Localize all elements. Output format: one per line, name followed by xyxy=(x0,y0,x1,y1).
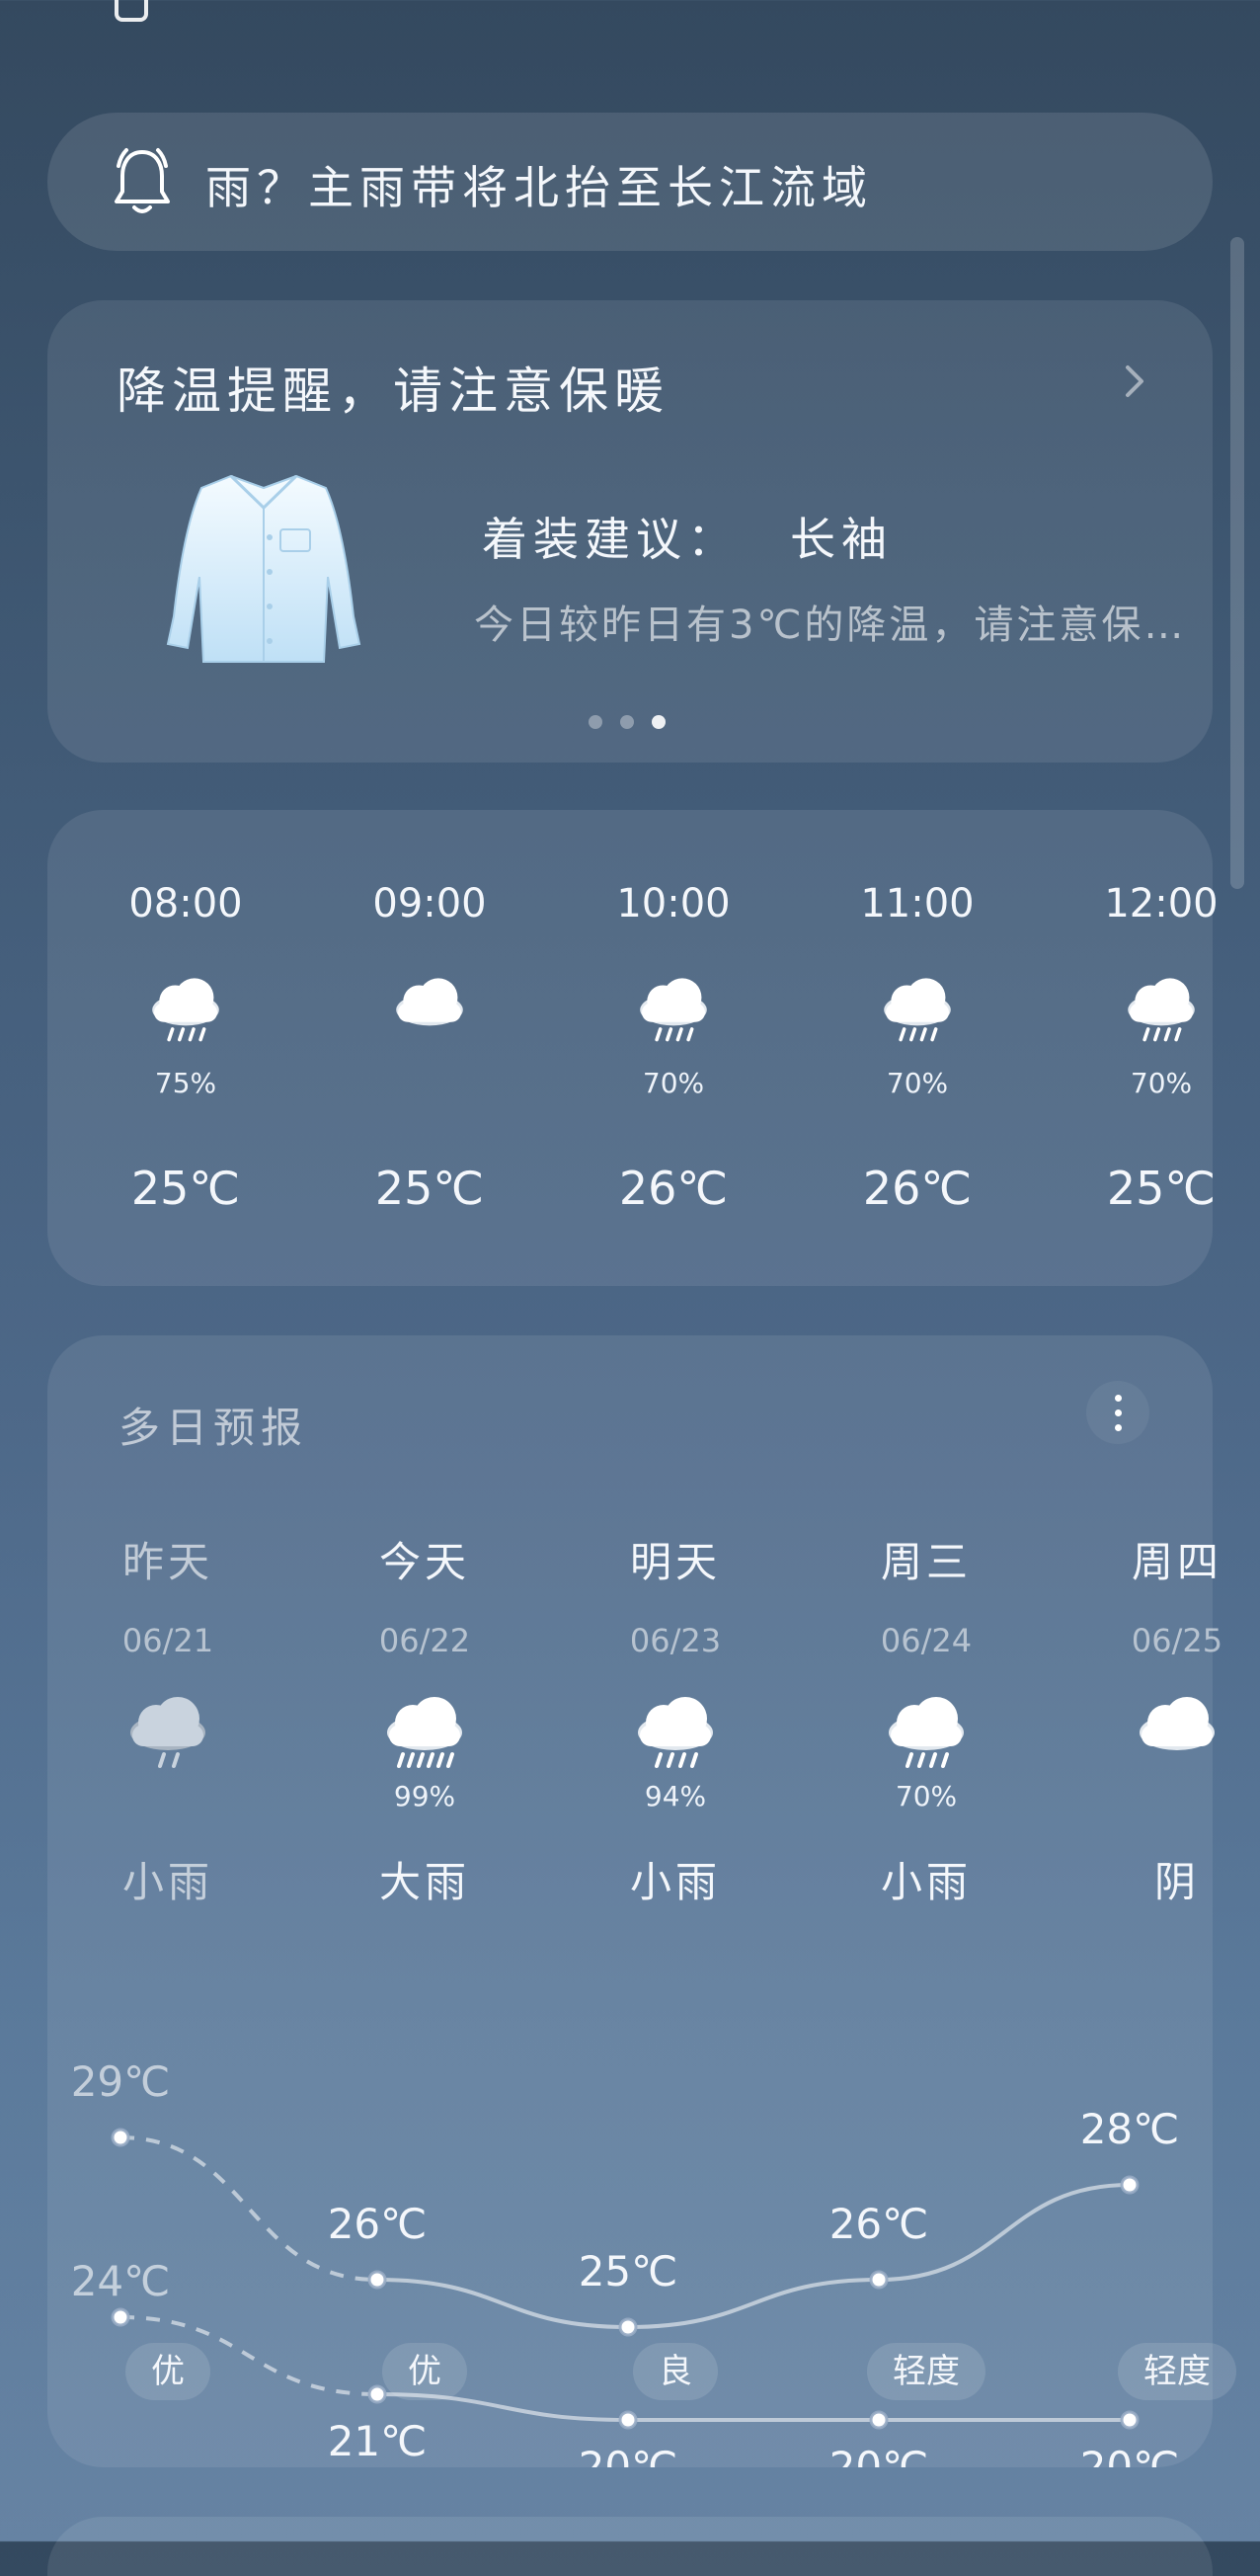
cloud-icon xyxy=(385,973,474,1052)
hour-temp: 25℃ xyxy=(1106,1162,1217,1215)
low-temp-label: 21℃ xyxy=(328,2417,428,2465)
cloud-icon xyxy=(1130,1691,1224,1780)
day-precip: 94% xyxy=(644,1780,707,1812)
low-temp-label: 20℃ xyxy=(1080,2443,1180,2467)
top-icon-fragment xyxy=(115,0,148,22)
day-date: 06/21 xyxy=(121,1622,214,1659)
hourly-item: 10:00 70% 26℃ xyxy=(575,810,772,1286)
top-bar-fragment xyxy=(0,0,1260,22)
low-temp-point xyxy=(367,2384,387,2404)
rain-cloud-icon xyxy=(141,973,230,1052)
low-temp-point xyxy=(111,2307,130,2327)
high-temp-point xyxy=(618,2317,638,2337)
high-temp-label: 26℃ xyxy=(829,2200,929,2248)
bell-icon xyxy=(115,148,170,213)
rain-cloud-icon xyxy=(1117,973,1206,1052)
hour-temp: 25℃ xyxy=(374,1162,485,1215)
day-precip: 99% xyxy=(393,1780,456,1812)
hourly-item: 11:00 70% 26℃ xyxy=(819,810,1016,1286)
high-temp-label: 25℃ xyxy=(579,2247,678,2295)
low-temp-point xyxy=(1120,2410,1140,2430)
low-temp-label: 24℃ xyxy=(71,2257,171,2305)
hour-precip: 70% xyxy=(1130,1067,1193,1099)
rain-cloud-icon xyxy=(629,973,718,1052)
day-name: 明天 xyxy=(629,1538,721,1586)
hour-precip: 75% xyxy=(154,1067,217,1099)
rain-cloud-icon xyxy=(628,1691,723,1780)
scrollbar[interactable] xyxy=(1230,237,1244,889)
hour-temp: 25℃ xyxy=(130,1162,241,1215)
alert-text: 雨？主雨带将北抬至长江流域 xyxy=(205,161,873,214)
air-quality-badge: 轻度 xyxy=(1118,2343,1236,2400)
low-temp-label: 20℃ xyxy=(579,2443,678,2467)
hour-time: 12:00 xyxy=(1104,881,1219,926)
hour-precip: 70% xyxy=(886,1067,949,1099)
reminder-title: 降温提醒，请注意保暖 xyxy=(117,362,669,420)
page-dot xyxy=(589,715,602,729)
hour-time: 11:00 xyxy=(860,881,975,926)
day-precip: 70% xyxy=(895,1780,958,1812)
next-card-edge xyxy=(47,2517,1213,2576)
day-condition: 大雨 xyxy=(378,1858,470,1906)
hour-time: 08:00 xyxy=(128,881,243,926)
heavy-rain-cloud-icon xyxy=(377,1691,472,1780)
day-condition: 小雨 xyxy=(629,1858,721,1906)
high-temp-point xyxy=(111,2128,130,2147)
hourly-item: 09:00 25℃ xyxy=(331,810,528,1286)
air-quality-badge: 优 xyxy=(125,2343,210,2400)
hourly-forecast-card[interactable]: 08:00 75% 25℃ 09:00 25℃ 10:00 70% 26℃ 11:00 70% 26… xyxy=(47,810,1219,1286)
high-temp-point xyxy=(869,2270,889,2290)
hour-time: 10:00 xyxy=(616,881,731,926)
high-temp-point xyxy=(367,2270,387,2290)
day-condition: 小雨 xyxy=(880,1858,972,1906)
low-temp-line xyxy=(376,2392,1130,2422)
day-date: 06/22 xyxy=(378,1622,471,1659)
high-temp-label: 29℃ xyxy=(71,2057,171,2106)
clothing-advice-value: 长袖 xyxy=(790,513,893,566)
hourly-item: 08:00 75% 25℃ xyxy=(87,810,284,1286)
day-date: 06/23 xyxy=(629,1622,722,1659)
carousel-page-indicator xyxy=(589,715,666,729)
multi-day-forecast-card[interactable]: 多日预报 29℃ 24℃ 26℃ 21℃ 25℃ 20℃ 26℃ 20℃ 28℃ 20℃ 昨天 06… xyxy=(47,1335,1236,2467)
rain-cloud-icon xyxy=(120,1691,215,1780)
page-dot-active xyxy=(652,715,666,729)
low-temp-point xyxy=(618,2410,638,2430)
temperature-reminder-card[interactable]: 降温提醒，请注意保暖 着装建议： 长袖 今日较昨日有3℃的降温，请注意保暖 xyxy=(47,300,1213,763)
day-name: 今天 xyxy=(378,1538,470,1586)
day-name: 周四 xyxy=(1131,1538,1222,1586)
hour-temp: 26℃ xyxy=(862,1162,973,1215)
rain-cloud-icon xyxy=(879,1691,974,1780)
chevron-right-icon[interactable] xyxy=(1114,362,1153,401)
day-condition: 阴 xyxy=(1153,1858,1200,1906)
day-name: 周三 xyxy=(880,1538,972,1586)
rain-cloud-icon xyxy=(873,973,962,1052)
day-condition: 小雨 xyxy=(121,1858,213,1906)
clothing-advice-label: 着装建议： xyxy=(482,513,739,566)
hour-time: 09:00 xyxy=(372,881,487,926)
high-temp-label: 26℃ xyxy=(328,2200,428,2248)
low-temp-point xyxy=(869,2410,889,2430)
air-quality-badge: 优 xyxy=(382,2343,467,2400)
day-date: 06/25 xyxy=(1131,1622,1223,1659)
day-name: 昨天 xyxy=(121,1538,213,1586)
air-quality-badge: 轻度 xyxy=(867,2343,985,2400)
high-temp-label: 28℃ xyxy=(1080,2105,1180,2153)
hour-temp: 26℃ xyxy=(618,1162,729,1215)
page-dot xyxy=(620,715,634,729)
high-temp-line xyxy=(376,2183,1131,2330)
low-temp-label: 20℃ xyxy=(829,2443,929,2467)
day-date: 06/24 xyxy=(880,1622,973,1659)
weather-alert-banner[interactable]: 雨？主雨带将北抬至长江流域 xyxy=(47,113,1213,251)
clothing-advice-description: 今日较昨日有3℃的降温，请注意保暖 xyxy=(474,603,1185,648)
air-quality-badge: 良 xyxy=(633,2343,718,2400)
hour-precip: 70% xyxy=(642,1067,705,1099)
shirt-icon xyxy=(166,474,361,663)
high-temp-point xyxy=(1120,2175,1140,2195)
